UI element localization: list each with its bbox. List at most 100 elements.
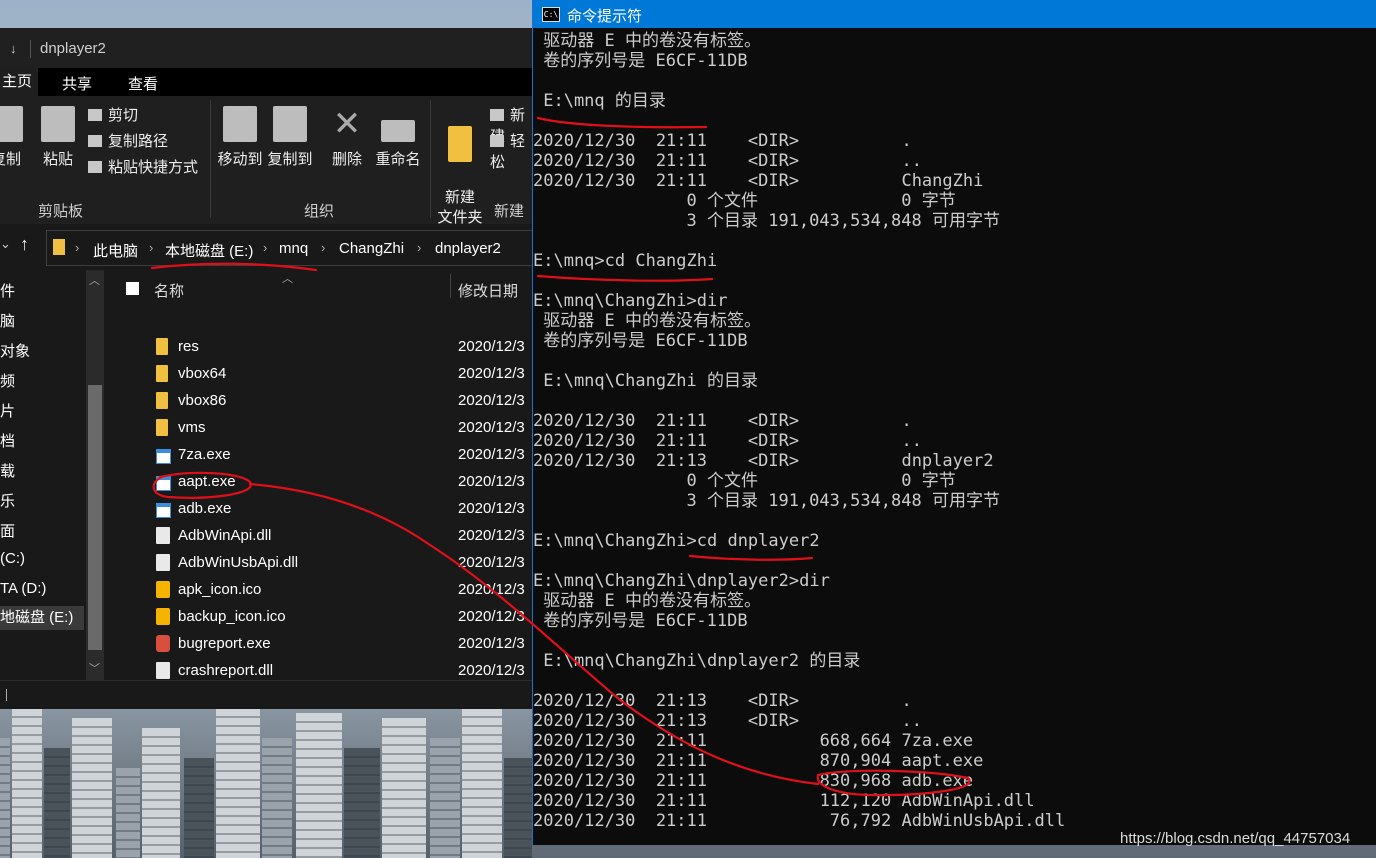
tab-home[interactable]: 主页: [0, 68, 38, 96]
file-row[interactable]: res 2020/12/3: [108, 334, 532, 361]
nav-item[interactable]: 乐: [0, 490, 15, 511]
file-row[interactable]: backup_icon.ico 2020/12/3: [108, 604, 532, 631]
breadcrumb-dnplayer2[interactable]: dnplayer2: [435, 240, 501, 257]
nav-item[interactable]: 片: [0, 400, 15, 421]
dropdown-arrow-icon[interactable]: ↓: [10, 41, 17, 56]
building-window-row: [296, 838, 342, 840]
building-window-row: [216, 779, 260, 781]
file-date: 2020/12/3: [458, 500, 525, 517]
file-row[interactable]: vbox86 2020/12/3: [108, 388, 532, 415]
copy-path-button[interactable]: 复制路径: [88, 130, 168, 151]
building-window-row: [184, 820, 214, 822]
breadcrumb-separator[interactable]: ›: [263, 240, 267, 255]
building-window-row: [116, 785, 140, 787]
select-all-checkbox[interactable]: [126, 282, 139, 295]
address-bar-row: ⌄ ↑ › 此电脑 › 本地磁盘 (E:) › mnq › ChangZhi ›…: [0, 224, 534, 270]
cmd-line: 3 个目录 191,043,534,848 可用字节: [533, 211, 1000, 231]
file-row[interactable]: apk_icon.ico 2020/12/3: [108, 577, 532, 604]
cmd-line: 3 个目录 191,043,534,848 可用字节: [533, 491, 1000, 511]
building-window-row: [382, 771, 426, 773]
rename-button[interactable]: 重命名: [374, 106, 422, 169]
building-window-row: [184, 811, 214, 813]
file-row[interactable]: AdbWinUsbApi.dll 2020/12/3: [108, 550, 532, 577]
breadcrumb-changzhi[interactable]: ChangZhi: [339, 240, 404, 257]
column-modified[interactable]: 修改日期: [458, 280, 518, 301]
building-window-row: [262, 854, 292, 856]
up-arrow-icon[interactable]: ↑: [20, 234, 29, 255]
building-window-row: [216, 815, 260, 817]
building-window-row: [44, 765, 70, 767]
nav-item[interactable]: 载: [0, 460, 15, 481]
delete-x-icon: ✕: [332, 105, 362, 143]
tab-view[interactable]: 查看: [128, 73, 158, 94]
building-window-row: [12, 725, 42, 727]
building-window-row: [382, 762, 426, 764]
new-folder-button[interactable]: 新建 文件夹: [436, 106, 484, 228]
building-window-row: [0, 755, 10, 757]
scroll-down-icon[interactable]: ﹀: [89, 660, 100, 676]
nav-scrollbar[interactable]: ︿ ﹀: [86, 270, 104, 680]
file-row[interactable]: aapt.exe 2020/12/3: [108, 469, 532, 496]
scroll-up-icon[interactable]: ︿: [89, 272, 100, 288]
breadcrumb-separator[interactable]: ›: [321, 240, 325, 255]
copy-to-button[interactable]: 复制到: [266, 106, 314, 169]
address-box[interactable]: › 此电脑 › 本地磁盘 (E:) › mnq › ChangZhi › dnp…: [46, 230, 534, 266]
cmd-line: 驱动器 E 中的卷没有标签。: [533, 31, 761, 51]
easy-access-button[interactable]: 轻松: [490, 130, 532, 172]
building-window-row: [262, 782, 292, 784]
chevron-down-icon[interactable]: ⌄: [0, 236, 11, 252]
building-window-row: [462, 842, 502, 844]
cut-button[interactable]: 剪切: [88, 104, 138, 125]
column-divider[interactable]: [450, 274, 451, 298]
file-row[interactable]: crashreport.dll 2020/12/3: [108, 658, 532, 680]
building-window-row: [12, 824, 42, 826]
breadcrumb-separator[interactable]: ›: [75, 240, 79, 255]
breadcrumb-separator[interactable]: ›: [149, 240, 153, 255]
nav-item[interactable]: 件: [0, 280, 15, 301]
breadcrumb-this-pc[interactable]: 此电脑: [93, 240, 138, 261]
building-window-row: [382, 816, 426, 818]
scissors-icon: [88, 109, 102, 121]
tab-share[interactable]: 共享: [62, 73, 92, 94]
nav-item[interactable]: TA (D:): [0, 580, 46, 597]
nav-item[interactable]: 频: [0, 370, 15, 391]
nav-item[interactable]: 地磁盘 (E:): [0, 606, 84, 630]
breadcrumb-separator[interactable]: ›: [417, 240, 421, 255]
building-window-row: [504, 838, 532, 840]
building-window-row: [296, 784, 342, 786]
paste-button[interactable]: 粘贴: [38, 106, 78, 169]
file-date: 2020/12/3: [458, 392, 525, 409]
nav-item[interactable]: 档: [0, 430, 15, 451]
building-window-row: [12, 797, 42, 799]
file-row[interactable]: vbox64 2020/12/3: [108, 361, 532, 388]
breadcrumb-drive-e[interactable]: 本地磁盘 (E:): [165, 240, 253, 261]
paste-shortcut-button[interactable]: 粘贴快捷方式: [88, 156, 198, 177]
nav-item[interactable]: (C:): [0, 550, 25, 567]
folder-file-icon: [156, 365, 168, 382]
cmd-line: 0 个文件 0 字节: [533, 471, 956, 491]
move-to-button[interactable]: 移动到: [216, 106, 264, 169]
building-window-row: [0, 782, 10, 784]
column-name[interactable]: 名称: [154, 280, 184, 301]
copy-button[interactable]: 复制: [0, 106, 26, 169]
nav-item[interactable]: 面: [0, 520, 15, 541]
building-window-row: [382, 852, 426, 854]
nav-scroll-thumb[interactable]: [88, 385, 102, 650]
exe-file-icon: [156, 503, 171, 518]
file-row[interactable]: bugreport.exe 2020/12/3: [108, 631, 532, 658]
breadcrumb-mnq[interactable]: mnq: [279, 240, 308, 257]
file-row[interactable]: 7za.exe 2020/12/3: [108, 442, 532, 469]
wallpaper-building: [0, 738, 10, 858]
delete-button[interactable]: ✕ 删除: [330, 106, 364, 169]
building-window-row: [184, 847, 214, 849]
exe-file-icon: [156, 449, 171, 464]
file-row[interactable]: adb.exe 2020/12/3: [108, 496, 532, 523]
file-row[interactable]: AdbWinApi.dll 2020/12/3: [108, 523, 532, 550]
file-row[interactable]: vms 2020/12/3: [108, 415, 532, 442]
file-date: 2020/12/3: [458, 608, 525, 625]
building-window-row: [430, 782, 460, 784]
building-window-row: [296, 757, 342, 759]
nav-item[interactable]: 对象: [0, 340, 30, 361]
copy-to-label: 复制到: [267, 151, 313, 168]
nav-item[interactable]: 脑: [0, 310, 15, 331]
